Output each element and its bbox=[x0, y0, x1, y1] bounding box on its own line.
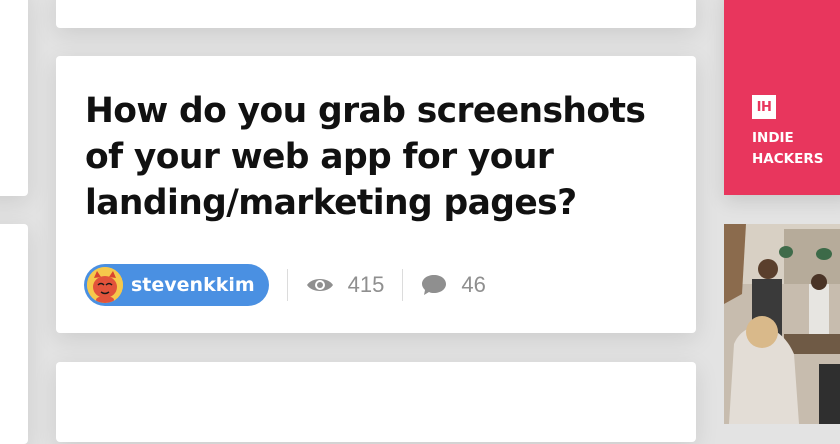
views-count: 415 bbox=[347, 272, 385, 297]
indie-hackers-logo: IH bbox=[752, 95, 776, 119]
comments-stat[interactable]: 46 bbox=[421, 272, 486, 298]
comment-bubble-icon bbox=[422, 275, 447, 295]
author-link[interactable]: stevenkkim bbox=[84, 264, 269, 306]
partial-post-card-left-top bbox=[0, 0, 28, 196]
indie-hackers-brand-card[interactable]: IH INDIE HACKERS bbox=[724, 0, 840, 195]
cafe-photo bbox=[724, 224, 840, 424]
avatar-cartoon-icon bbox=[87, 267, 123, 303]
indie-hackers-name: INDIE HACKERS bbox=[752, 130, 824, 167]
partial-post-card-below[interactable] bbox=[56, 362, 696, 442]
post-title[interactable]: How do you grab screenshots of your web … bbox=[85, 88, 675, 226]
eye-icon bbox=[306, 279, 333, 291]
meta-divider bbox=[402, 269, 404, 301]
author-avatar bbox=[87, 267, 123, 303]
meta-divider bbox=[286, 269, 288, 301]
post-card[interactable]: How do you grab screenshots of your web … bbox=[56, 56, 696, 333]
partial-post-card-left-bottom bbox=[0, 224, 28, 444]
partial-post-card-above[interactable] bbox=[56, 0, 696, 28]
views-stat: 415 bbox=[306, 272, 385, 298]
author-name[interactable]: stevenkkim bbox=[131, 274, 255, 296]
sidebar-photo-card[interactable] bbox=[724, 224, 840, 424]
post-meta: stevenkkim 415 46 bbox=[84, 264, 486, 306]
comments-count: 46 bbox=[461, 272, 486, 297]
